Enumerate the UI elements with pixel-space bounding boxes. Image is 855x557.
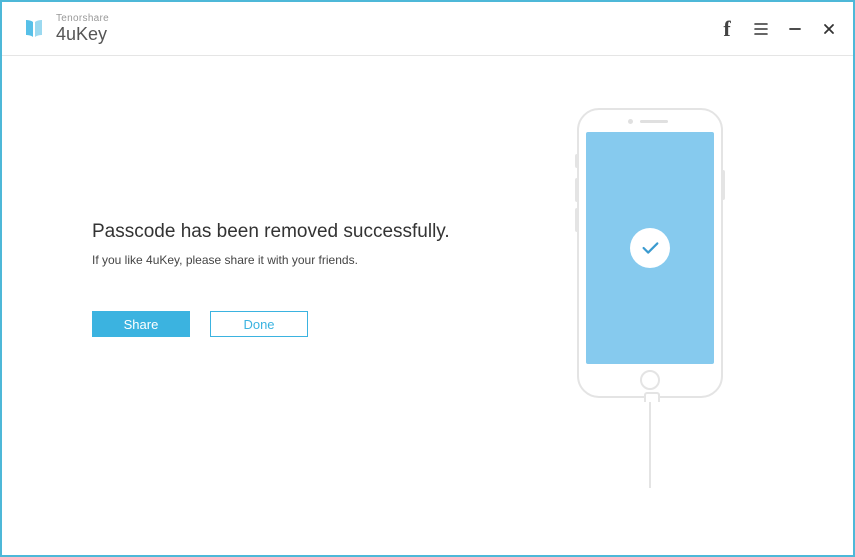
brand-product: 4uKey (56, 25, 109, 43)
done-button[interactable]: Done (210, 311, 308, 337)
minimize-icon[interactable] (787, 21, 803, 37)
app-window: Tenorshare 4uKey f Passcode has been rem… (0, 0, 855, 557)
button-row: Share Done (92, 311, 512, 337)
success-subline: If you like 4uKey, please share it with … (92, 253, 512, 267)
title-bar: Tenorshare 4uKey f (2, 2, 853, 56)
phone-side-button (575, 178, 578, 202)
phone-side-button (722, 170, 725, 200)
phone-side-button (575, 208, 578, 232)
phone-illustration (560, 108, 740, 488)
close-icon[interactable] (821, 21, 837, 37)
content-area: Passcode has been removed successfully. … (2, 56, 853, 555)
message-panel: Passcode has been removed successfully. … (92, 221, 512, 337)
share-button[interactable]: Share (92, 311, 190, 337)
facebook-icon[interactable]: f (719, 21, 735, 37)
success-check-icon (630, 228, 670, 268)
phone-body (577, 108, 723, 398)
title-actions: f (719, 21, 837, 37)
brand-text: Tenorshare 4uKey (56, 14, 109, 43)
phone-home-button (640, 370, 660, 390)
phone-screen (586, 132, 714, 364)
phone-cable (649, 398, 651, 488)
menu-icon[interactable] (753, 21, 769, 37)
success-headline: Passcode has been removed successfully. (92, 221, 512, 243)
app-logo-icon (22, 17, 46, 41)
phone-side-button (575, 154, 578, 168)
brand-block: Tenorshare 4uKey (22, 14, 109, 43)
brand-company: Tenorshare (56, 14, 109, 24)
